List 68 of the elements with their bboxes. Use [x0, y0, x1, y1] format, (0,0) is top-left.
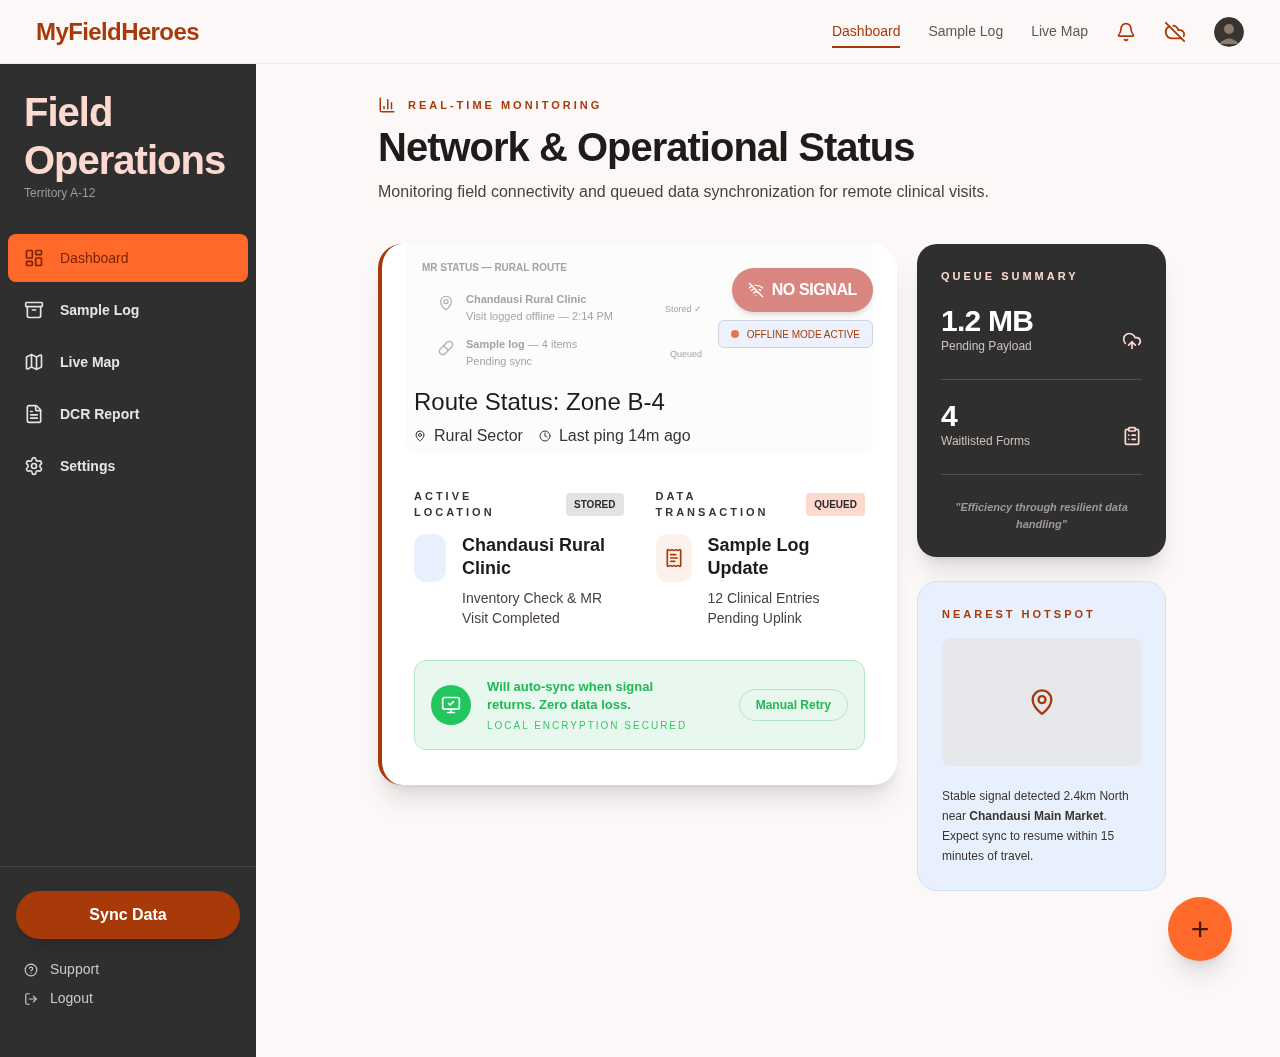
nav-link[interactable]: Dashboard: [831, 15, 901, 48]
preview-row-title: Sample log — 4 items: [466, 337, 578, 352]
preview-row-detail: Pending sync: [466, 353, 534, 369]
monitor-check-icon: [431, 685, 471, 725]
cloud-upload-icon: [1122, 330, 1142, 351]
chart-icon: [378, 96, 396, 114]
footer-link[interactable]: Support: [24, 959, 232, 980]
sidebar-item[interactable]: Live Map: [8, 338, 248, 386]
sidebar-title: Field Operations: [24, 89, 227, 184]
add-button[interactable]: +: [1168, 897, 1232, 961]
eyebrow-label: REAL-TIME MONITORING: [408, 97, 603, 113]
stat-label: Pending Payload: [941, 337, 1033, 355]
section-title: Sample Log Update: [707, 534, 811, 580]
cloud-off-icon[interactable]: [1164, 20, 1186, 43]
offline-mode-badge: OFFLINE MODE ACTIVE: [717, 320, 873, 348]
stat-label: Waitlisted Forms: [941, 432, 1030, 450]
avatar[interactable]: [1214, 16, 1244, 47]
sync-data-button[interactable]: Sync Data: [16, 891, 240, 939]
sidebar-item[interactable]: Sample Log: [8, 286, 248, 334]
section-label: ACTIVE LOCATION: [414, 488, 496, 520]
pill-icon: [438, 340, 454, 356]
sidebar-item[interactable]: DCR Report: [8, 390, 248, 438]
last-ping: Last ping 14m ago: [558, 426, 691, 446]
archive-icon: [24, 300, 44, 320]
receipt-icon: [655, 534, 692, 582]
pin-icon: [438, 295, 454, 311]
sidebar-item[interactable]: Settings: [8, 442, 248, 490]
page-title: Network & Operational Status: [378, 124, 916, 171]
clipboard-icon: [1122, 425, 1142, 446]
logout-icon: [24, 991, 38, 1006]
section-detail: Inventory Check & MR Visit Completed: [462, 589, 604, 628]
stat-value: 4: [941, 399, 959, 432]
location-icon: [414, 430, 426, 442]
sidebar-subtitle: Territory A-12: [24, 185, 97, 202]
status-badge: QUEUED: [806, 492, 865, 516]
hotspot-description: Stable signal detected 2.4km North near Chandausi Main Market. Expect sync to resume within 15 minutes of travel.: [942, 788, 1130, 865]
preview-heading: MR STATUS — RURAL ROUTE: [422, 261, 568, 275]
route-location: Rural Sector: [434, 426, 523, 446]
page-subtitle: Monitoring field connectivity and queued data synchronization for remote clinical visits.: [378, 182, 990, 202]
dashboard-icon: [24, 248, 44, 268]
nav-link[interactable]: Sample Log: [928, 15, 1004, 48]
section-title: Chandausi Rural Clinic: [462, 534, 607, 580]
sidebar-item[interactable]: Dashboard: [8, 234, 248, 282]
preview-row-status: Stored ✓: [664, 303, 702, 316]
card-title: NEAREST HOTSPOT: [942, 606, 1097, 622]
brand-logo[interactable]: MyFieldHeroes: [36, 13, 199, 50]
notification-icon[interactable]: [1116, 21, 1136, 42]
notice-message: Will auto-sync when signal returns. Zero data loss.: [487, 677, 655, 714]
preview-row-title: Chandausi Rural Clinic: [466, 292, 588, 307]
notice-note: LOCAL ENCRYPTION SECURED: [487, 718, 689, 733]
stat-value: 1.2 MB: [941, 304, 1034, 337]
card-title: QUEUE SUMMARY: [941, 269, 1080, 284]
settings-icon: [24, 456, 44, 476]
route-title: Route Status: Zone B-4: [414, 387, 666, 417]
section-label: DATA TRANSACTION: [655, 488, 770, 520]
map-icon: [24, 352, 44, 372]
summary-quote: "Efficiency through resilient data handling": [954, 499, 1129, 532]
status-badge: STORED: [566, 492, 624, 516]
footer-link[interactable]: Logout: [24, 988, 232, 1009]
nav-link[interactable]: Live Map: [1031, 15, 1088, 48]
document-icon: [24, 404, 44, 424]
no-signal-icon: [747, 282, 764, 298]
no-signal-badge: NO SIGNAL: [731, 268, 873, 312]
section-detail: 12 Clinical Entries Pending Uplink: [707, 589, 821, 628]
preview-row-detail: Visit logged offline — 2:14 PM: [466, 308, 613, 324]
help-icon: [24, 962, 38, 977]
preview-row-status: Queued: [669, 348, 702, 361]
clock-icon: [538, 430, 551, 442]
